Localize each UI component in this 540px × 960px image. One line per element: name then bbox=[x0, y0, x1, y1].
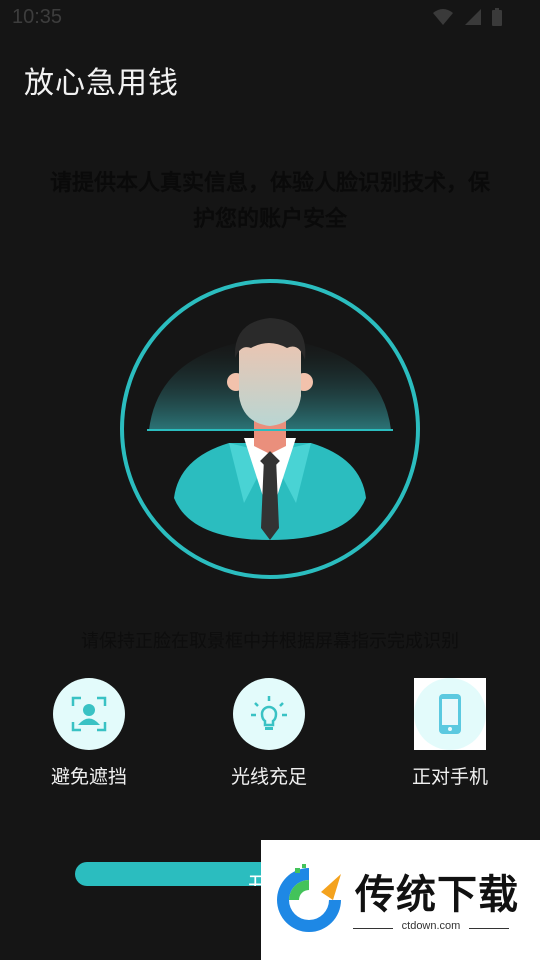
face-frame-illustration bbox=[120, 279, 420, 579]
status-icons bbox=[432, 8, 502, 26]
hint-text: 请保持正脸在取景框中并根据屏幕指示完成识别 bbox=[81, 631, 459, 652]
phone-icon bbox=[439, 694, 461, 734]
intro-text: 请提供本人真实信息，体验人脸识别技术，保护您的账户安全 bbox=[49, 171, 490, 232]
watermark-url: ctdown.com bbox=[401, 920, 461, 932]
tip-face-phone: 正对手机 bbox=[380, 678, 520, 789]
tip-label: 光线充足 bbox=[230, 766, 307, 788]
watermark-overlay: 传统下载 ctdown.com bbox=[261, 840, 540, 960]
watermark-divider bbox=[469, 928, 509, 929]
battery-icon bbox=[492, 8, 502, 26]
lightbulb-icon bbox=[251, 696, 287, 730]
page-title: 放心急用钱 bbox=[24, 66, 179, 101]
watermark-logo bbox=[277, 864, 341, 932]
watermark-brand: 传统下载 bbox=[355, 872, 519, 918]
tip-label: 正对手机 bbox=[411, 766, 488, 788]
tip-icon-badge bbox=[53, 678, 125, 750]
tip-icon-badge bbox=[414, 678, 486, 750]
tip-good-lighting: 光线充足 bbox=[199, 678, 339, 789]
signal-icon bbox=[465, 9, 481, 25]
status-bar: 10:35 bbox=[0, 0, 540, 36]
wifi-icon bbox=[433, 9, 453, 25]
status-time: 10:35 bbox=[12, 6, 63, 28]
face-scan-icon bbox=[71, 696, 107, 732]
tip-label: 避免遮挡 bbox=[50, 766, 127, 788]
tip-icon-badge bbox=[233, 678, 305, 750]
tip-avoid-occlusion: 避免遮挡 bbox=[19, 678, 159, 789]
